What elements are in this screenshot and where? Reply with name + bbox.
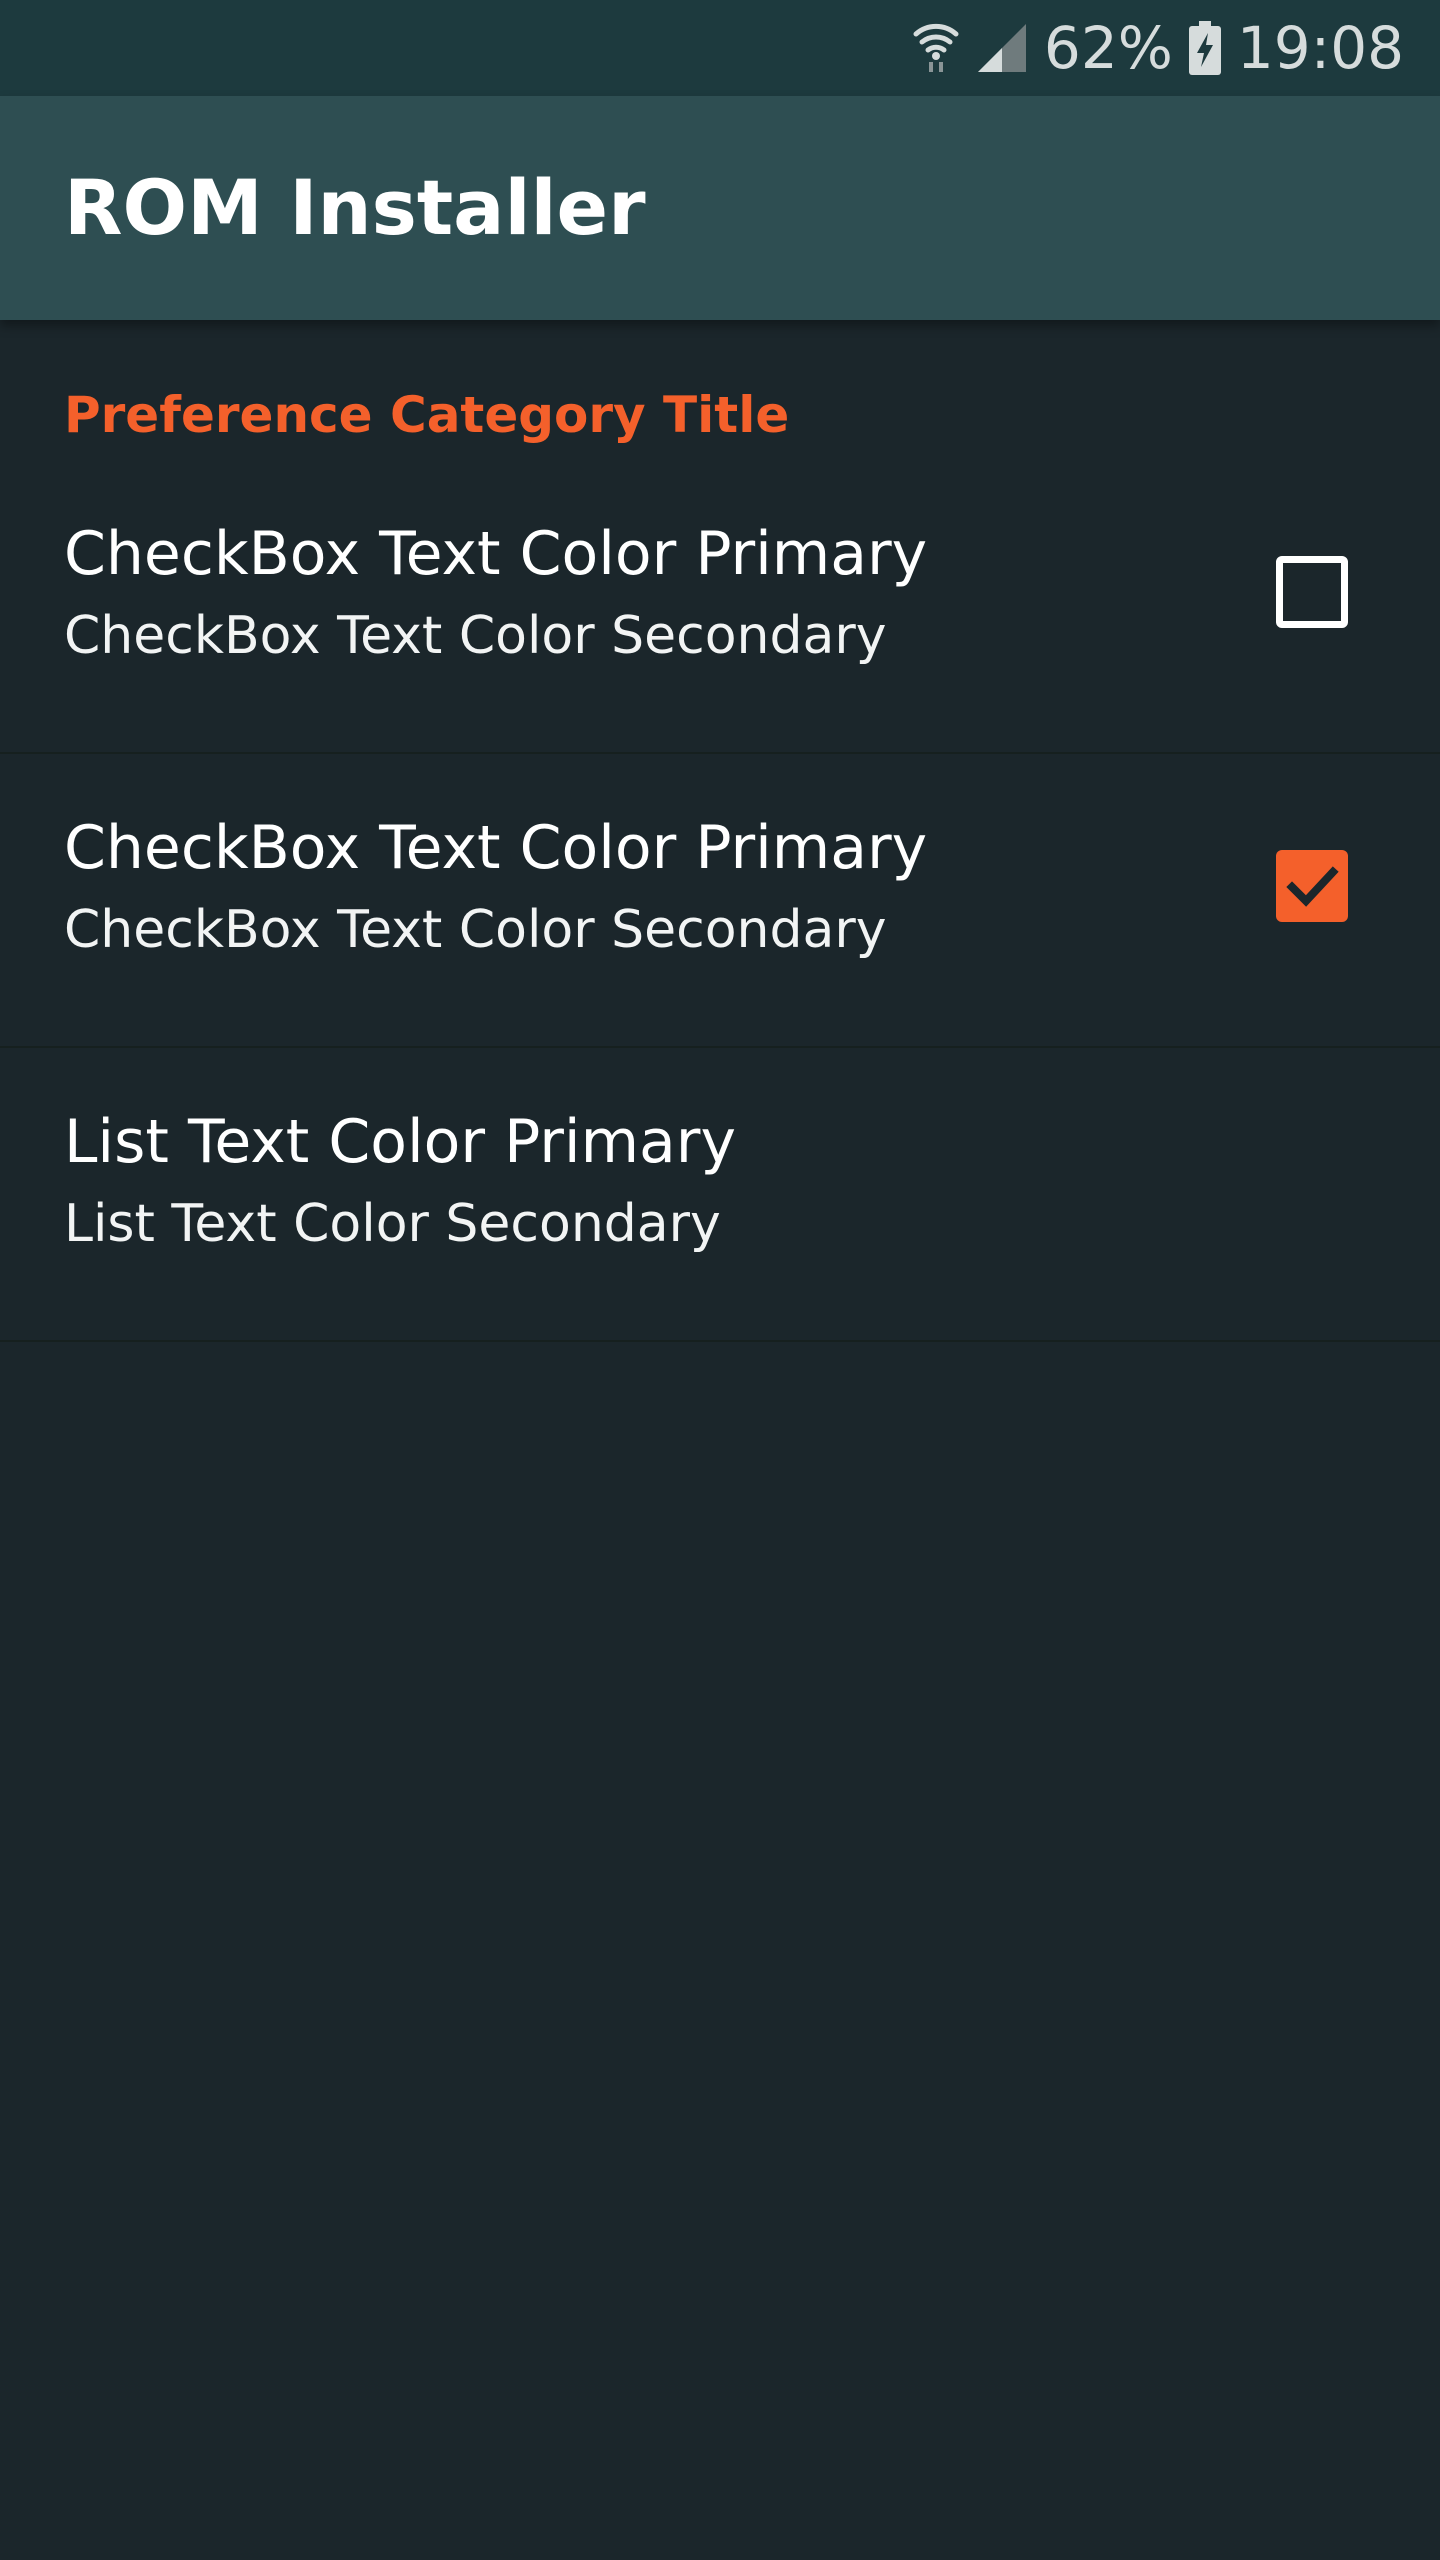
preference-secondary-text: CheckBox Text Color Secondary (64, 606, 887, 666)
status-bar: 62% 19:08 (0, 0, 1440, 96)
preference-category-title: Preference Category Title (64, 386, 790, 444)
app-bar: ROM Installer (0, 96, 1440, 320)
preference-secondary-text: List Text Color Secondary (64, 1194, 721, 1254)
checkbox-preference-row-2[interactable]: CheckBox Text Color Primary CheckBox Tex… (0, 754, 1440, 1048)
status-time: 19:08 (1236, 14, 1404, 82)
preference-primary-text: CheckBox Text Color Primary (64, 813, 928, 883)
preference-primary-text: CheckBox Text Color Primary (64, 519, 928, 589)
wifi-icon (912, 20, 960, 76)
checkbox-checked[interactable] (1276, 850, 1348, 922)
preference-secondary-text: CheckBox Text Color Secondary (64, 900, 887, 960)
preference-primary-text: List Text Color Primary (64, 1107, 736, 1177)
signal-icon (976, 22, 1028, 74)
list-preference-row[interactable]: List Text Color Primary List Text Color … (0, 1048, 1440, 1342)
page-title: ROM Installer (64, 163, 646, 252)
checkbox-unchecked[interactable] (1276, 556, 1348, 628)
status-icons: 62% 19:08 (912, 0, 1404, 96)
checkbox-preference-row-1[interactable]: CheckBox Text Color Primary CheckBox Tex… (0, 460, 1440, 754)
battery-charging-icon (1188, 21, 1221, 75)
checkmark-icon (1286, 866, 1339, 907)
battery-percent: 62% (1043, 14, 1173, 82)
